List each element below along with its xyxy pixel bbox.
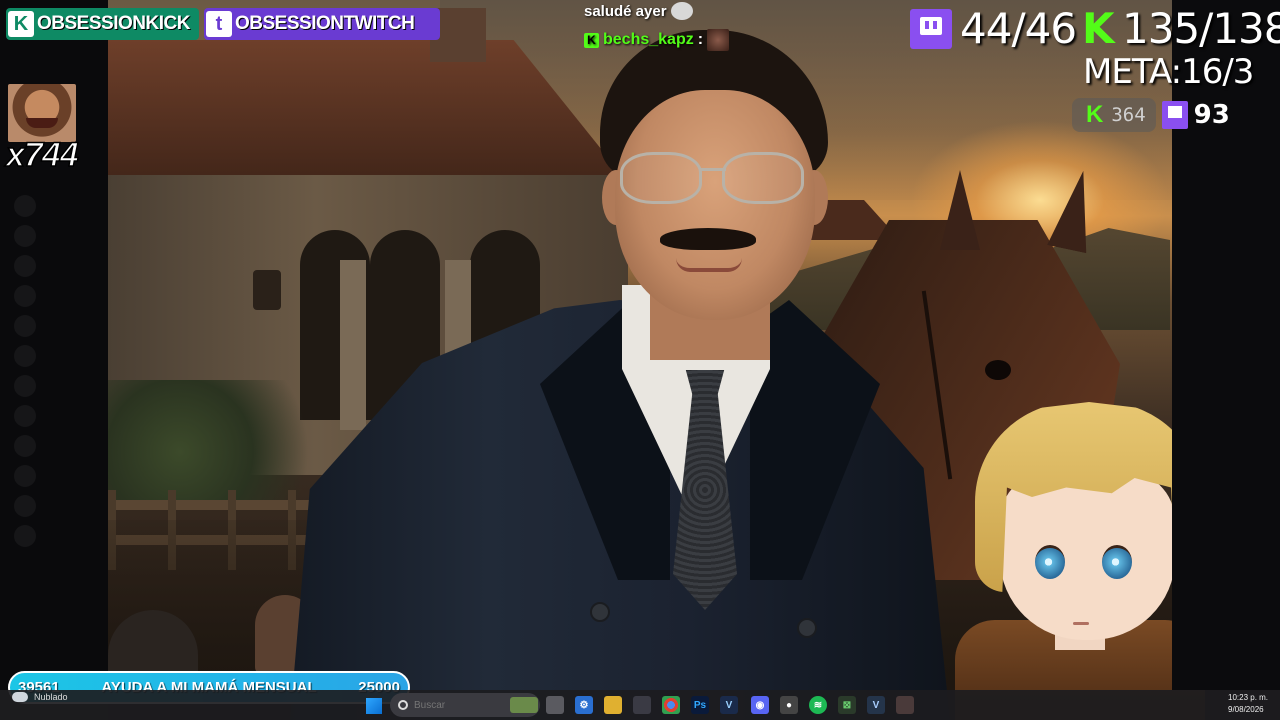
viewer-counts: K 364 93	[1072, 96, 1252, 134]
kick-icon: K	[1082, 3, 1115, 53]
discord-icon[interactable]: ◉	[751, 696, 769, 714]
ghost-avatar	[14, 495, 36, 517]
ghost-avatar	[14, 225, 36, 247]
xbox-icon[interactable]: ⊠	[838, 696, 856, 714]
store-icon[interactable]	[633, 696, 651, 714]
smile	[676, 258, 742, 272]
kick-sub-count: 135/138	[1122, 4, 1280, 53]
search-input[interactable]	[414, 699, 504, 711]
chat-message: K bechs_kapz :	[584, 29, 730, 51]
system-clock[interactable]: 10:23 p. m. 9/08/2026	[1228, 692, 1268, 716]
kick-icon: K	[8, 11, 34, 37]
ghost-avatar	[14, 465, 36, 487]
kick-channel-label: OBSESSIONKICK	[37, 13, 190, 34]
spotify-icon[interactable]: ≋	[809, 696, 827, 714]
cat-emote-icon	[670, 2, 693, 20]
file-explorer-icon[interactable]	[604, 696, 622, 714]
settings-icon[interactable]: ⚙	[575, 696, 593, 714]
chat-message-text: saludé ayer	[584, 2, 667, 20]
app-v-icon[interactable]: V	[867, 696, 885, 714]
laughing-emote-icon	[8, 84, 76, 142]
clock-date: 9/08/2026	[1228, 705, 1264, 714]
photoshop-icon[interactable]: Ps	[691, 696, 709, 714]
vtuber-face	[1000, 470, 1175, 640]
search-icon	[398, 700, 408, 710]
kick-viewer-pill: K 364	[1072, 98, 1156, 132]
twitch-sub-goal: 44/46	[910, 4, 1077, 53]
kick-icon: K	[1086, 101, 1104, 128]
ghost-avatar	[14, 525, 36, 547]
app-icon[interactable]	[896, 696, 914, 714]
kick-icon: K	[584, 32, 599, 48]
suit-button	[590, 602, 610, 622]
glasses-lens-left	[620, 152, 702, 204]
ghost-avatar	[14, 285, 36, 307]
vtuber-eye-left	[1035, 545, 1065, 579]
ghost-avatar	[14, 345, 36, 367]
twitch-viewer-count: 93	[1193, 100, 1230, 130]
meta-goal: META:16/3	[1083, 52, 1254, 92]
face-emote-icon	[707, 29, 730, 51]
vtuber-mouth	[1073, 622, 1089, 625]
glasses-lens-right	[722, 152, 804, 204]
glasses-bridge	[700, 168, 726, 171]
taskbar-search[interactable]	[390, 693, 540, 717]
ghost-avatar	[14, 195, 36, 217]
kick-channel-badge: K OBSESSIONKICK	[6, 8, 199, 40]
horse-eye	[985, 360, 1011, 380]
chat-separator: :	[697, 31, 704, 48]
obs-icon[interactable]: ●	[780, 696, 798, 714]
twitch-icon	[910, 8, 952, 49]
chat-username: bechs_kapz	[603, 31, 694, 48]
task-view-icon[interactable]	[546, 696, 564, 714]
ghost-avatar	[14, 375, 36, 397]
search-highlight-icon	[510, 697, 538, 713]
cloud-icon	[12, 692, 28, 702]
start-button[interactable]	[366, 698, 382, 714]
twitch-icon: t	[206, 11, 232, 37]
ghost-avatar	[14, 405, 36, 427]
twitch-channel-label: OBSESSIONTWITCH	[235, 13, 415, 34]
twitch-icon	[1161, 101, 1188, 129]
person-face	[615, 90, 815, 320]
kick-sub-goal: K 135/138	[1082, 4, 1280, 53]
suit-button	[797, 618, 817, 638]
mustache	[660, 228, 756, 250]
garden-plants	[108, 380, 348, 500]
ghost-avatar	[14, 255, 36, 277]
ghost-avatar	[14, 435, 36, 457]
kick-viewer-count: 364	[1111, 104, 1146, 126]
emote-counter: x744	[5, 135, 79, 175]
ghost-avatar	[14, 315, 36, 337]
twitch-channel-badge: t OBSESSIONTWITCH	[204, 8, 440, 40]
twitch-sub-count: 44/46	[960, 4, 1077, 53]
wall-lamp	[253, 270, 281, 310]
vegas-icon[interactable]: V	[720, 696, 738, 714]
chat-message: saludé ayer	[584, 2, 693, 20]
weather-widget[interactable]: Nublado	[12, 692, 68, 702]
weather-label: Nublado	[34, 692, 68, 702]
chrome-icon[interactable]	[662, 696, 680, 714]
windows-taskbar: Nublado ⚙ Ps V ◉ ● ≋ ⊠ V 10:23 p. m. 9/0…	[0, 690, 1280, 720]
vtuber-eye-right	[1102, 545, 1132, 579]
clock-time: 10:23 p. m.	[1228, 693, 1269, 702]
